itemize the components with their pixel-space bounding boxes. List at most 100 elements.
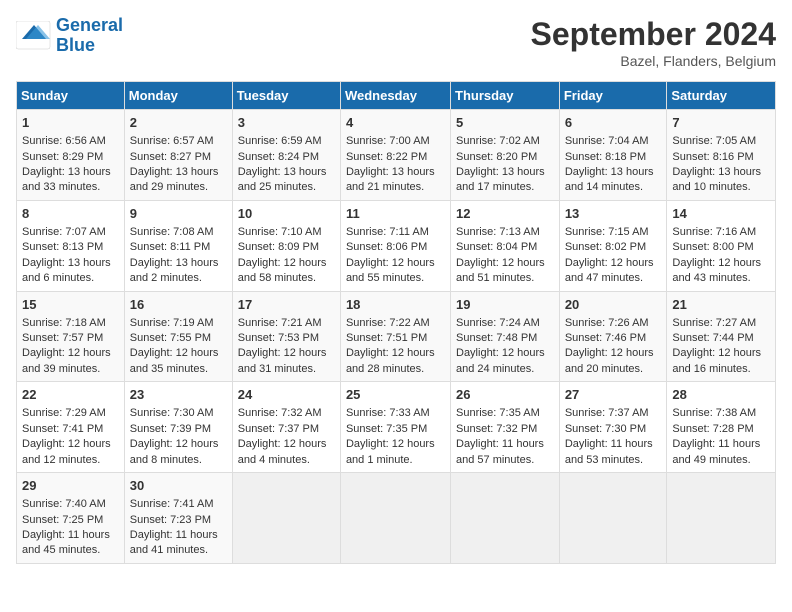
- day-number: 14: [672, 205, 770, 223]
- day-cell: 30Sunrise: 7:41 AMSunset: 7:23 PMDayligh…: [124, 473, 232, 564]
- day-number: 23: [130, 386, 227, 404]
- col-header-tuesday: Tuesday: [232, 82, 340, 110]
- day-info: Daylight: 11 hours: [565, 437, 662, 452]
- day-info: Sunrise: 6:59 AM: [238, 134, 335, 149]
- day-cell: 21Sunrise: 7:27 AMSunset: 7:44 PMDayligh…: [667, 291, 776, 382]
- day-number: 20: [565, 296, 662, 314]
- day-number: 17: [238, 296, 335, 314]
- day-info: Sunset: 7:39 PM: [130, 422, 227, 437]
- day-info: Daylight: 12 hours: [238, 346, 335, 361]
- col-header-wednesday: Wednesday: [340, 82, 450, 110]
- day-info: Daylight: 11 hours: [672, 437, 770, 452]
- day-info: and 29 minutes.: [130, 180, 227, 195]
- day-cell: 11Sunrise: 7:11 AMSunset: 8:06 PMDayligh…: [340, 200, 450, 291]
- day-info: Daylight: 13 hours: [238, 165, 335, 180]
- header-row: SundayMondayTuesdayWednesdayThursdayFrid…: [17, 82, 776, 110]
- day-info: Sunrise: 7:07 AM: [22, 225, 119, 240]
- day-info: Sunset: 7:35 PM: [346, 422, 445, 437]
- day-number: 18: [346, 296, 445, 314]
- day-number: 9: [130, 205, 227, 223]
- col-header-monday: Monday: [124, 82, 232, 110]
- day-cell: 5Sunrise: 7:02 AMSunset: 8:20 PMDaylight…: [451, 110, 560, 201]
- day-info: Sunrise: 7:21 AM: [238, 316, 335, 331]
- day-info: Sunset: 7:51 PM: [346, 331, 445, 346]
- day-info: and 55 minutes.: [346, 271, 445, 286]
- day-number: 13: [565, 205, 662, 223]
- day-cell: 22Sunrise: 7:29 AMSunset: 7:41 PMDayligh…: [17, 382, 125, 473]
- day-cell: 3Sunrise: 6:59 AMSunset: 8:24 PMDaylight…: [232, 110, 340, 201]
- day-info: Daylight: 12 hours: [565, 346, 662, 361]
- day-info: and 12 minutes.: [22, 453, 119, 468]
- day-cell: 14Sunrise: 7:16 AMSunset: 8:00 PMDayligh…: [667, 200, 776, 291]
- day-info: Sunrise: 7:40 AM: [22, 497, 119, 512]
- week-row-2: 8Sunrise: 7:07 AMSunset: 8:13 PMDaylight…: [17, 200, 776, 291]
- day-info: Daylight: 13 hours: [456, 165, 554, 180]
- day-info: Sunset: 8:27 PM: [130, 150, 227, 165]
- day-info: Daylight: 11 hours: [130, 528, 227, 543]
- day-number: 24: [238, 386, 335, 404]
- day-info: Sunrise: 7:35 AM: [456, 406, 554, 421]
- day-info: Daylight: 12 hours: [22, 346, 119, 361]
- day-info: Sunrise: 6:57 AM: [130, 134, 227, 149]
- day-info: Sunrise: 7:15 AM: [565, 225, 662, 240]
- day-info: and 6 minutes.: [22, 271, 119, 286]
- day-cell: 10 Sunrise: 7:10 AMSunset: 8:09 PMDayligh…: [232, 200, 340, 291]
- day-info: Sunset: 8:09 PM: [238, 240, 335, 255]
- day-info: Sunset: 8:29 PM: [22, 150, 119, 165]
- day-info: Sunset: 8:18 PM: [565, 150, 662, 165]
- day-info: Sunset: 7:32 PM: [456, 422, 554, 437]
- day-info: Sunset: 8:02 PM: [565, 240, 662, 255]
- day-info: Daylight: 12 hours: [346, 346, 445, 361]
- day-info: Daylight: 12 hours: [672, 256, 770, 271]
- day-number: 10: [238, 205, 335, 223]
- day-cell: [451, 473, 560, 564]
- day-info: Sunset: 7:44 PM: [672, 331, 770, 346]
- col-header-saturday: Saturday: [667, 82, 776, 110]
- day-info: and 2 minutes.: [130, 271, 227, 286]
- day-cell: 1Sunrise: 6:56 AMSunset: 8:29 PMDaylight…: [17, 110, 125, 201]
- logo-line2: Blue: [56, 35, 95, 55]
- day-cell: 12Sunrise: 7:13 AMSunset: 8:04 PMDayligh…: [451, 200, 560, 291]
- day-info: and 39 minutes.: [22, 362, 119, 377]
- day-cell: 20Sunrise: 7:26 AMSunset: 7:46 PMDayligh…: [559, 291, 667, 382]
- day-info: Daylight: 12 hours: [238, 256, 335, 271]
- day-info: Sunset: 8:13 PM: [22, 240, 119, 255]
- day-info: Sunset: 8:11 PM: [130, 240, 227, 255]
- day-info: and 45 minutes.: [22, 543, 119, 558]
- logo-text: General Blue: [56, 16, 123, 56]
- day-info: and 21 minutes.: [346, 180, 445, 195]
- day-cell: 28Sunrise: 7:38 AMSunset: 7:28 PMDayligh…: [667, 382, 776, 473]
- day-info: and 28 minutes.: [346, 362, 445, 377]
- day-number: 12: [456, 205, 554, 223]
- day-info: Sunrise: 7:10 AM: [238, 225, 335, 240]
- day-number: 11: [346, 205, 445, 223]
- day-cell: 2Sunrise: 6:57 AMSunset: 8:27 PMDaylight…: [124, 110, 232, 201]
- week-row-1: 1Sunrise: 6:56 AMSunset: 8:29 PMDaylight…: [17, 110, 776, 201]
- day-info: and 20 minutes.: [565, 362, 662, 377]
- day-info: and 57 minutes.: [456, 453, 554, 468]
- day-number: 2: [130, 114, 227, 132]
- day-number: 22: [22, 386, 119, 404]
- logo-line1: General: [56, 15, 123, 35]
- day-info: Daylight: 11 hours: [22, 528, 119, 543]
- day-info: and 51 minutes.: [456, 271, 554, 286]
- day-cell: 9Sunrise: 7:08 AMSunset: 8:11 PMDaylight…: [124, 200, 232, 291]
- day-info: and 17 minutes.: [456, 180, 554, 195]
- day-number: 15: [22, 296, 119, 314]
- day-info: and 10 minutes.: [672, 180, 770, 195]
- week-row-4: 22Sunrise: 7:29 AMSunset: 7:41 PMDayligh…: [17, 382, 776, 473]
- day-number: 27: [565, 386, 662, 404]
- day-cell: 26Sunrise: 7:35 AMSunset: 7:32 PMDayligh…: [451, 382, 560, 473]
- day-cell: 17Sunrise: 7:21 AMSunset: 7:53 PMDayligh…: [232, 291, 340, 382]
- day-info: and 53 minutes.: [565, 453, 662, 468]
- day-info: Daylight: 12 hours: [346, 256, 445, 271]
- day-info: Sunrise: 6:56 AM: [22, 134, 119, 149]
- day-number: 5: [456, 114, 554, 132]
- day-info: Sunset: 7:30 PM: [565, 422, 662, 437]
- day-info: Sunrise: 7:19 AM: [130, 316, 227, 331]
- day-info: Sunrise: 7:24 AM: [456, 316, 554, 331]
- day-info: Sunrise: 7:00 AM: [346, 134, 445, 149]
- day-info: Sunrise: 7:11 AM: [346, 225, 445, 240]
- day-number: 6: [565, 114, 662, 132]
- day-info: Sunset: 7:41 PM: [22, 422, 119, 437]
